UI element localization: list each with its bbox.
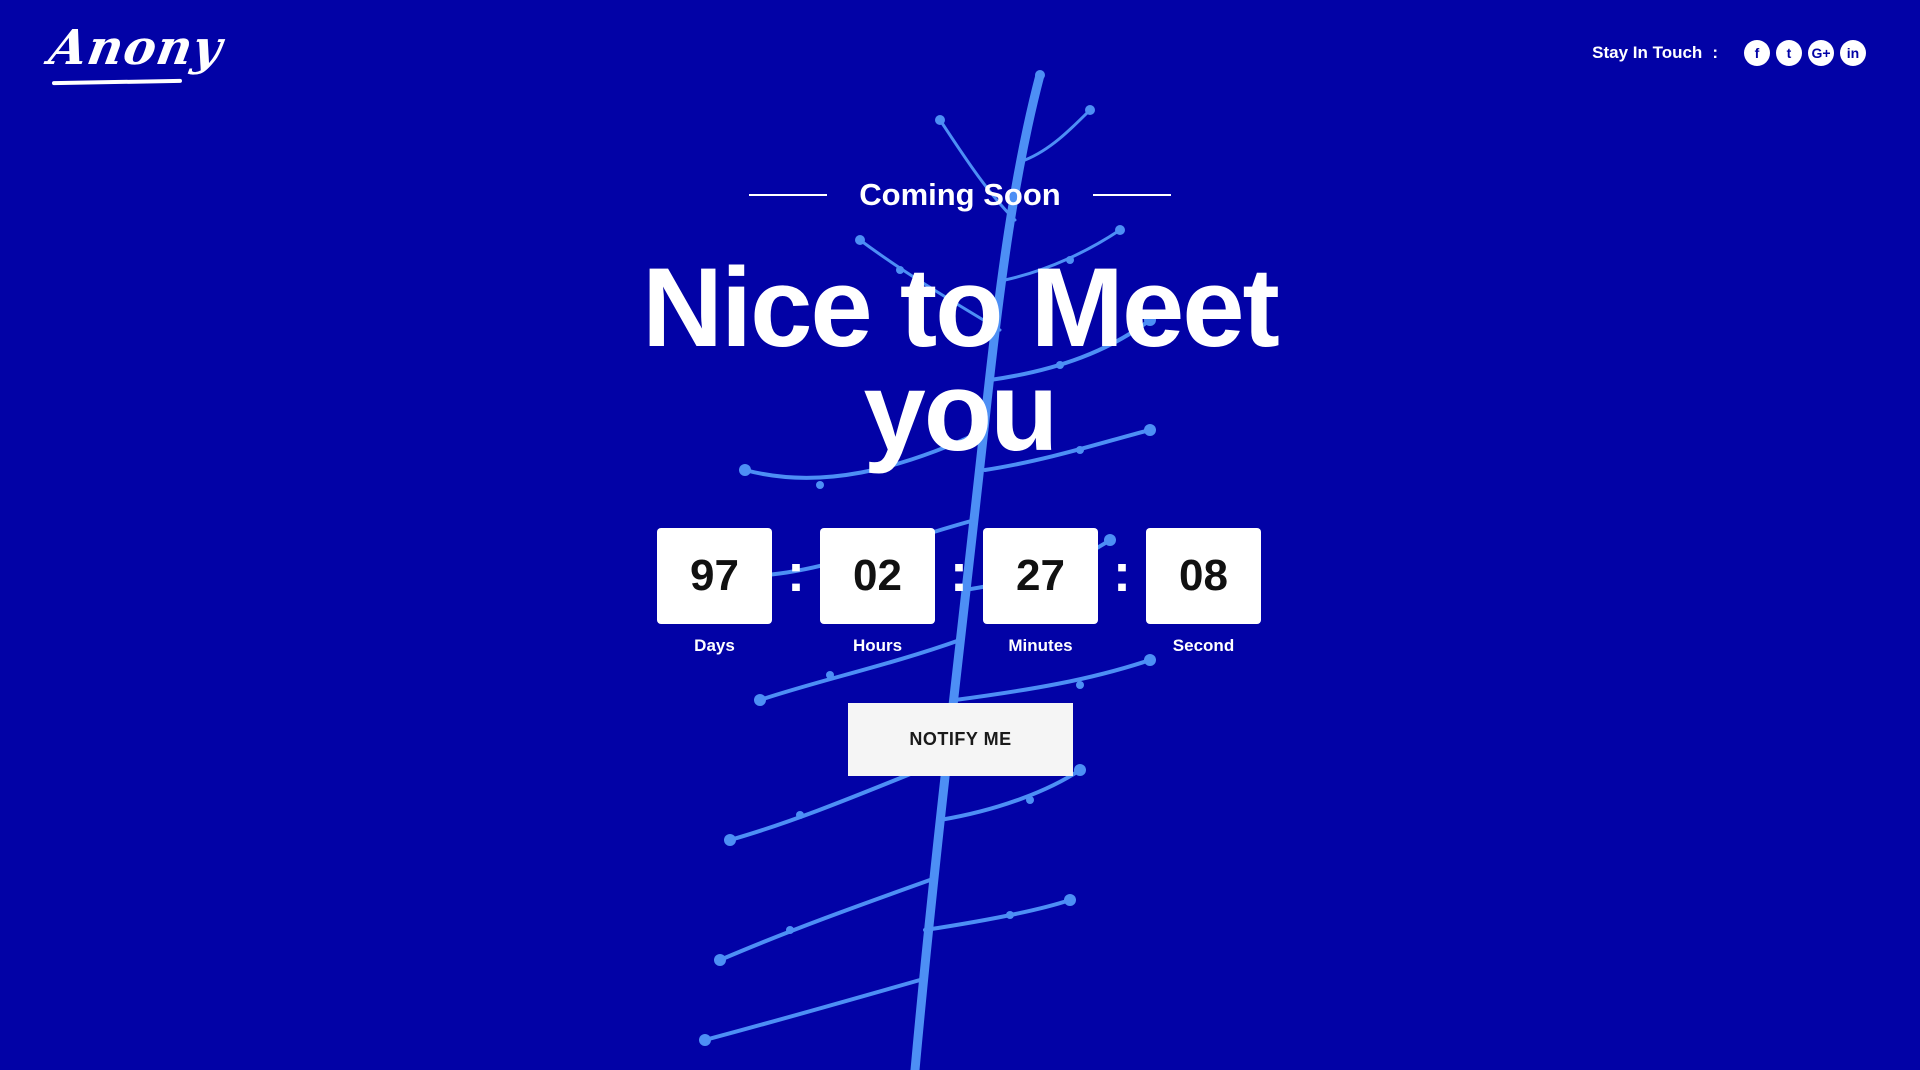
eyebrow-text: Coming Soon <box>859 177 1061 212</box>
countdown-separator: : <box>1113 543 1131 603</box>
eyebrow-line-right <box>1092 193 1171 196</box>
countdown-hours-label: Hours <box>852 636 903 655</box>
countdown-days-label: Days <box>694 636 735 655</box>
countdown-seconds: 08 Second <box>1146 528 1261 656</box>
countdown-minutes: 27 Minutes <box>983 528 1098 656</box>
countdown-days: 97 Days <box>657 528 772 656</box>
social-separator: : <box>1712 43 1718 62</box>
countdown-minutes-label: Minutes <box>1008 636 1073 655</box>
eyebrow-row: Coming Soon <box>0 179 1920 210</box>
linkedin-icon[interactable]: in <box>1840 40 1866 66</box>
eyebrow-line-left <box>749 193 828 196</box>
facebook-icon[interactable]: f <box>1744 40 1770 66</box>
logo-underline <box>51 78 183 86</box>
social-label: Stay In Touch <box>1592 43 1703 62</box>
twitter-icon[interactable]: t <box>1776 40 1802 66</box>
countdown-days-value: 97 <box>657 528 772 624</box>
logo-wordmark: Anony <box>45 20 227 76</box>
countdown-hours-value: 02 <box>820 528 935 624</box>
page-title: Nice to Meet you <box>0 245 1920 474</box>
countdown-timer: 97 Days : 02 Hours : 27 Minutes : 08 Sec… <box>657 528 1263 668</box>
page-title-line-2: you <box>863 349 1058 474</box>
countdown-separator: : <box>950 543 968 603</box>
countdown-seconds-label: Second <box>1172 636 1235 655</box>
notify-me-button[interactable]: NOTIFY ME <box>848 703 1073 776</box>
countdown-minutes-value: 27 <box>983 528 1098 624</box>
brand-logo[interactable]: Anony <box>45 20 227 94</box>
countdown-separator: : <box>787 543 805 603</box>
page-title-line-1: Nice to Meet <box>642 245 1280 370</box>
social-links: Stay In Touch : f t G+ in <box>1592 40 1866 66</box>
countdown-seconds-value: 08 <box>1146 528 1261 624</box>
countdown-hours: 02 Hours <box>820 528 935 656</box>
google-plus-icon[interactable]: G+ <box>1808 40 1834 66</box>
